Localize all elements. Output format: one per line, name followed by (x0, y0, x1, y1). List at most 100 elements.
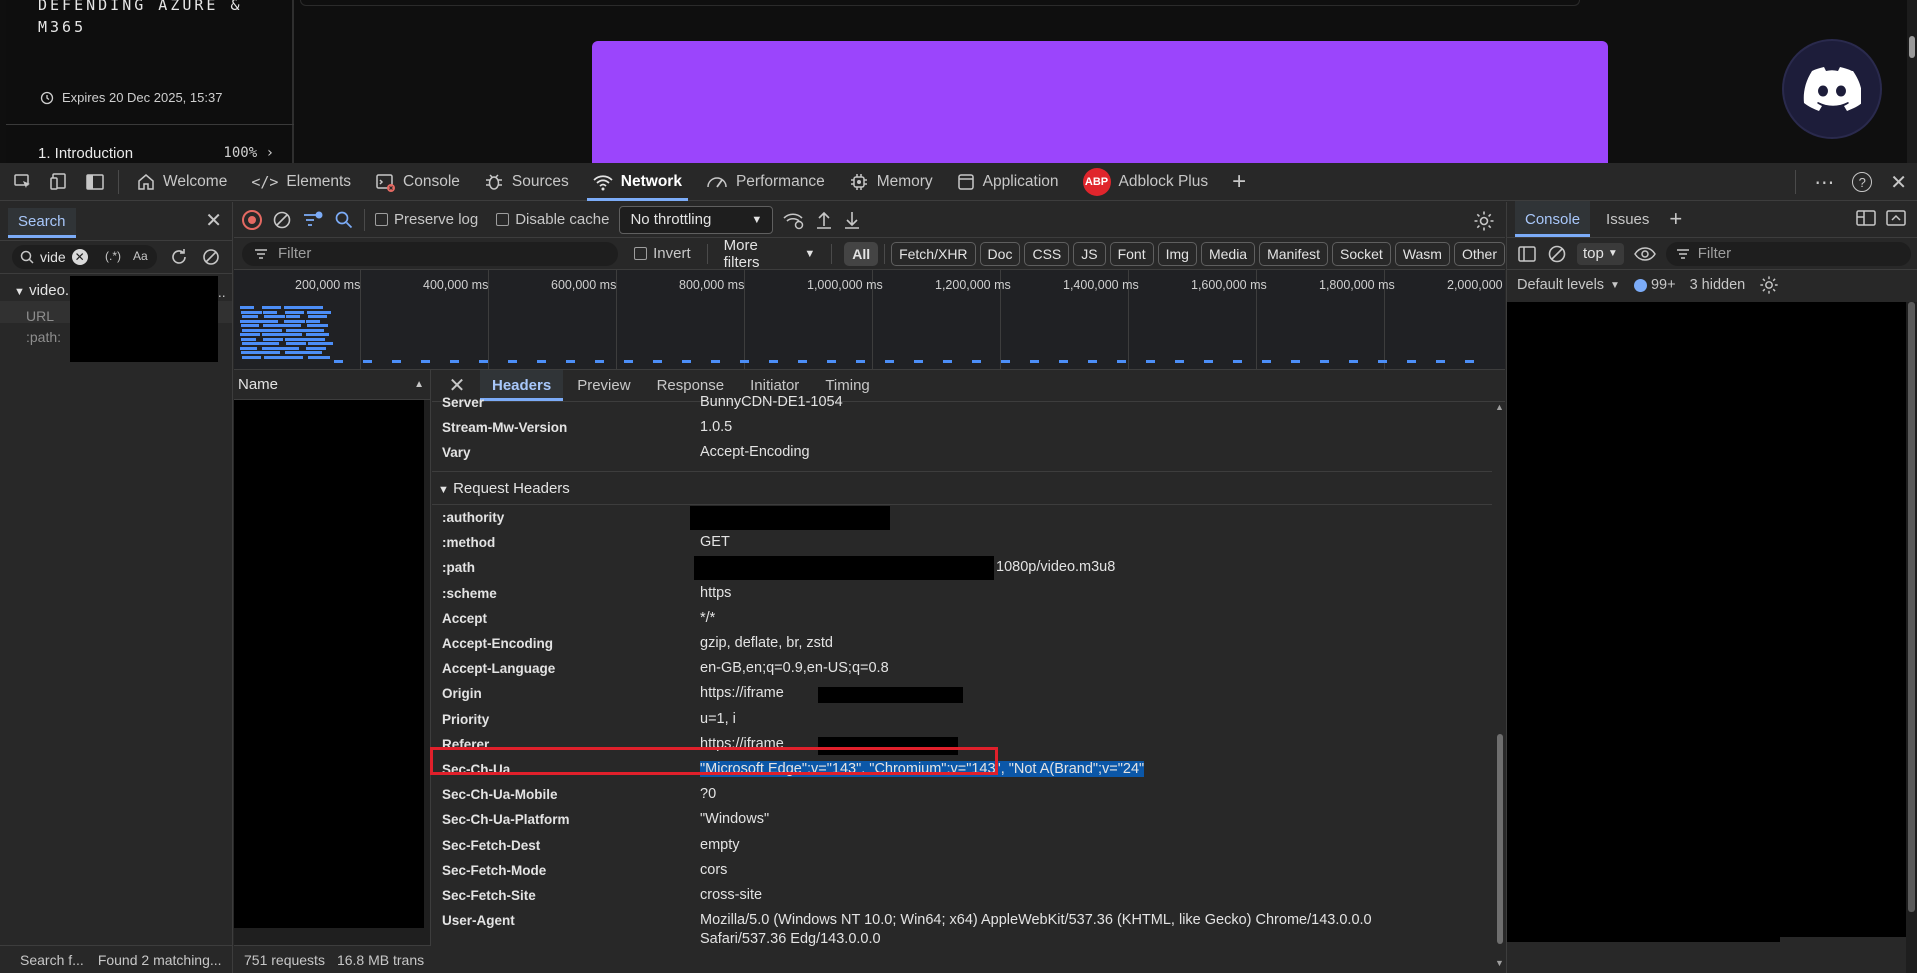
dock-drawer-icon[interactable] (1855, 208, 1877, 232)
more-filters-dropdown[interactable]: More filters ▼ (724, 237, 816, 271)
help-icon[interactable]: ? (1852, 172, 1873, 192)
tab-issues[interactable]: Issues (1596, 201, 1659, 237)
message-icon (1633, 278, 1647, 292)
clear-log-icon[interactable] (272, 210, 292, 230)
import-har-icon[interactable] (815, 210, 833, 230)
scroll-up-icon[interactable]: ▲ (1495, 402, 1504, 412)
console-scrollbar[interactable] (1906, 302, 1917, 973)
device-toolbar-icon[interactable] (46, 169, 72, 195)
export-har-icon[interactable] (843, 210, 861, 230)
filter-img[interactable]: Img (1157, 241, 1197, 266)
details-scrollbar[interactable]: ▲ ▼ (1495, 402, 1505, 968)
header-value: Safari/537.36 Edg/143.0.0.0 (700, 931, 881, 948)
name-column-header[interactable]: Name ▲ (234, 370, 430, 400)
console-prompt-area[interactable] (1780, 937, 1907, 973)
console-filter-input[interactable]: Filter (1665, 241, 1911, 266)
page-scrollbar-thumb[interactable] (1909, 36, 1915, 58)
disable-cache-box[interactable] (496, 213, 510, 226)
toolbar-divider (706, 243, 708, 264)
filter-media[interactable]: Media (1200, 241, 1256, 266)
timeline-request-bar (421, 360, 430, 363)
close-devtools-icon[interactable]: ✕ (1890, 170, 1907, 195)
context-selector[interactable]: top ▼ (1577, 242, 1624, 265)
more-options-icon[interactable]: ⋯ (1814, 170, 1834, 195)
invert-box[interactable] (634, 247, 648, 260)
video-player-banner[interactable] (592, 41, 1608, 163)
lesson-item-introduction[interactable]: 1. Introduction 100% › (6, 124, 294, 163)
console-scrollbar-thumb[interactable] (1908, 302, 1915, 912)
dock-side-icon[interactable] (82, 169, 108, 195)
timeline-request-bar (306, 346, 326, 350)
tab-search[interactable]: Search (8, 208, 76, 238)
tab-performance[interactable]: Performance (694, 163, 837, 201)
filter-doc[interactable]: Doc (979, 241, 1021, 266)
close-drawer-icon[interactable] (1885, 208, 1907, 232)
network-filter-input[interactable]: Filter (242, 241, 619, 266)
header-key: Vary (442, 445, 471, 460)
tab-adblock-plus[interactable]: ABP Adblock Plus (1071, 163, 1221, 201)
dropdown-arrow-icon: ▼ (804, 247, 816, 260)
network-settings-icon[interactable] (1473, 210, 1495, 232)
filter-font[interactable]: Font (1109, 241, 1154, 266)
tab-application[interactable]: Application (945, 163, 1071, 201)
preserve-log-box[interactable] (375, 213, 388, 226)
regex-toggle[interactable]: (.*) (105, 249, 121, 263)
timeline-request-bar (262, 346, 284, 350)
search-match-url[interactable]: URL (26, 308, 54, 324)
clear-search-icon[interactable]: ✕ (71, 249, 88, 265)
request-headers-section[interactable]: ▼ Request Headers (432, 471, 1492, 505)
scroll-down-icon[interactable]: ▼ (1495, 958, 1504, 968)
console-settings-icon[interactable] (1759, 275, 1779, 295)
filter-other[interactable]: Other (1453, 241, 1505, 266)
invert-checkbox[interactable]: Invert (634, 245, 691, 262)
network-conditions-icon[interactable] (783, 210, 805, 230)
timeline-request-bar (827, 360, 836, 363)
tab-memory[interactable]: Memory (837, 163, 945, 201)
tab-sources[interactable]: Sources (472, 163, 581, 201)
plus-icon: + (1232, 167, 1247, 195)
timeline-request-bar (263, 351, 280, 354)
tab-elements[interactable]: </> Elements (239, 163, 363, 201)
tab-console-drawer[interactable]: Console (1515, 201, 1591, 237)
network-overview-timeline[interactable]: 200,000 ms 400,000 ms 600,000 ms 800,000 ms… (234, 270, 1523, 370)
filter-toggle-icon[interactable] (302, 210, 324, 230)
add-drawer-tab-button[interactable]: + (1659, 201, 1692, 237)
tab-welcome[interactable]: Welcome (125, 163, 239, 201)
sidebar-toggle-icon[interactable] (1517, 245, 1537, 263)
inspect-element-icon[interactable] (10, 169, 36, 195)
throttling-select[interactable]: No throttling ▼ (619, 205, 774, 234)
clear-results-icon[interactable] (201, 247, 221, 267)
timeline-request-bar (285, 324, 301, 327)
disable-cache-checkbox[interactable]: Disable cache (496, 211, 609, 228)
log-levels-dropdown[interactable]: Default levels ▼ (1517, 277, 1620, 293)
filter-css[interactable]: CSS (1024, 241, 1070, 266)
details-scrollbar-thumb[interactable] (1497, 734, 1503, 944)
filter-fetch-xhr[interactable]: Fetch/XHR (891, 241, 976, 266)
filter-manifest[interactable]: Manifest (1259, 241, 1329, 266)
search-result-file[interactable]: ▼ video. (14, 282, 69, 299)
record-icon[interactable] (242, 209, 262, 230)
timeline-request-bar (264, 355, 288, 359)
tab-console[interactable]: Console (363, 163, 472, 201)
close-search-icon[interactable]: ✕ (205, 208, 222, 233)
header-value: "Windows" (700, 811, 770, 828)
discord-icon[interactable] (1784, 41, 1880, 137)
filter-wasm[interactable]: Wasm (1394, 241, 1450, 266)
eye-icon[interactable] (1633, 246, 1656, 262)
search-icon[interactable] (334, 210, 354, 230)
add-tab-button[interactable]: + (1220, 163, 1258, 201)
issues-counter[interactable]: 99+ (1633, 277, 1676, 293)
filter-js[interactable]: JS (1073, 241, 1106, 266)
clear-console-icon[interactable] (1547, 244, 1567, 264)
match-case-toggle[interactable]: Aa (133, 249, 148, 263)
preserve-log-checkbox[interactable]: Preserve log (375, 211, 478, 228)
page-scrollbar[interactable] (1907, 0, 1917, 163)
search-match-path[interactable]: :path: (26, 329, 61, 345)
filter-all[interactable]: All (844, 241, 879, 266)
timeline-request-bar (263, 324, 286, 327)
tab-network[interactable]: Network (581, 163, 694, 201)
filter-socket[interactable]: Socket (1332, 241, 1391, 266)
header-value: u=1, i (700, 710, 736, 727)
refresh-icon[interactable] (169, 247, 189, 267)
context-value: top (1583, 245, 1604, 262)
